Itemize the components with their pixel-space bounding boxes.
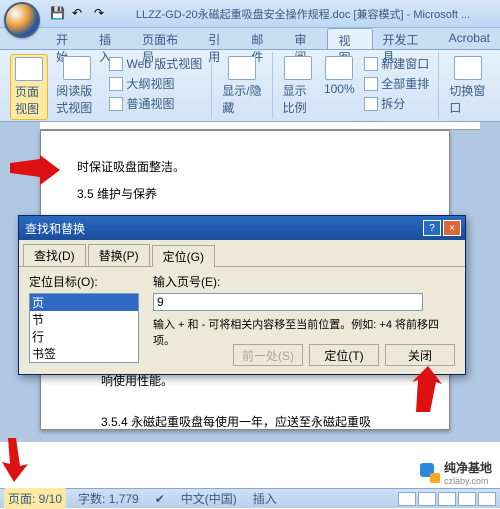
dialog-tab-replace[interactable]: 替换(P) — [88, 244, 150, 266]
show-hide-label: 显示/隐藏 — [222, 82, 261, 116]
outline-button[interactable]: 大纲视图 — [106, 74, 205, 93]
list-item-page[interactable]: 页 — [30, 294, 138, 311]
dialog-close-button[interactable]: × — [443, 220, 461, 236]
draft-icon — [109, 97, 123, 111]
goto-target-list[interactable]: 页 节 行 书签 批注 脚注 — [29, 293, 139, 363]
titlebar: 💾 ↶ ↷ LLZZ-GD-20永磁起重吸盘安全操作规程.doc [兼容模式] … — [0, 0, 500, 28]
sb-lang[interactable]: 中文(中国) — [177, 490, 241, 507]
zoom-100-label: 100% — [324, 82, 355, 96]
percent-icon — [325, 56, 353, 80]
dialog-titlebar[interactable]: 查找和替换 ? × — [19, 216, 465, 240]
page-number-input[interactable] — [153, 293, 423, 311]
switch-windows-label: 切换窗口 — [449, 82, 486, 116]
ribbon-group-showhide: 显示/隐藏 — [212, 52, 272, 119]
watermark: 纯净基地 czlaby.com — [420, 459, 492, 486]
view-web-icon[interactable] — [438, 492, 456, 506]
zoom-icon — [284, 56, 312, 80]
page-number-label: 输入页号(E): — [153, 273, 455, 290]
tab-insert[interactable]: 插入 — [89, 28, 132, 49]
view-print-icon[interactable] — [398, 492, 416, 506]
print-layout-label: 页面视图 — [15, 83, 43, 117]
arrange-icon — [364, 77, 378, 91]
horizontal-ruler[interactable] — [40, 122, 480, 130]
annotation-arrow-icon — [2, 438, 32, 482]
watermark-logo-icon — [420, 463, 440, 483]
find-replace-dialog: 查找和替换 ? × 查找(D) 替换(P) 定位(G) 定位目标(O): 页 节… — [18, 215, 466, 375]
doc-line-2: 3.5 维护与保养 — [77, 182, 413, 207]
watermark-url: czlaby.com — [444, 476, 492, 486]
zoom-100-button[interactable]: 100% — [321, 54, 357, 98]
view-draft-icon[interactable] — [478, 492, 496, 506]
print-layout-button[interactable]: 页面视图 — [10, 54, 48, 120]
ribbon-tabs: 开始 插入 页面布局 引用 邮件 审阅 视图 开发工具 Acrobat — [0, 28, 500, 50]
list-item-bookmark[interactable]: 书签 — [30, 345, 138, 362]
book-icon — [63, 56, 91, 80]
goto-target-label: 定位目标(O): — [29, 273, 139, 290]
switch-windows-button[interactable]: 切换窗口 — [445, 54, 490, 118]
quick-access-toolbar: 💾 ↶ ↷ — [50, 6, 110, 22]
list-item-line[interactable]: 行 — [30, 328, 138, 345]
zoom-button[interactable]: 显示比例 — [279, 54, 318, 118]
close-button[interactable]: 关闭 — [385, 344, 455, 366]
ribbon: 页面视图 阅读版式视图 Web 版式视图 大纲视图 普通视图 文档视图 显示/隐… — [0, 50, 500, 122]
tab-acrobat[interactable]: Acrobat — [439, 28, 500, 49]
dialog-tab-find[interactable]: 查找(D) — [23, 244, 86, 266]
dialog-tab-goto[interactable]: 定位(G) — [152, 245, 215, 267]
dialog-help-button[interactable]: ? — [423, 220, 441, 236]
ribbon-group-zoom: 显示比例 100% 新建窗口 全部重排 拆分 显示比例 — [273, 52, 440, 119]
ribbon-group-window: 切换窗口 窗口 — [439, 52, 496, 119]
statusbar: 页面: 9/10 字数: 1,779 ✔ 中文(中国) 插入 — [0, 488, 500, 508]
goto-button[interactable]: 定位(T) — [309, 344, 379, 366]
previous-button[interactable]: 前一处(S) — [233, 344, 303, 366]
office-button[interactable] — [4, 2, 40, 38]
split-button[interactable]: 拆分 — [361, 94, 432, 113]
show-hide-button[interactable]: 显示/隐藏 — [218, 54, 265, 118]
web-icon — [109, 57, 123, 71]
view-outline-icon[interactable] — [458, 492, 476, 506]
new-window-button[interactable]: 新建窗口 — [361, 54, 432, 73]
page-icon — [15, 57, 43, 81]
arrange-all-button[interactable]: 全部重排 — [361, 74, 432, 93]
save-icon[interactable]: 💾 — [50, 6, 66, 22]
list-item-comment[interactable]: 批注 — [30, 362, 138, 363]
tab-view[interactable]: 视图 — [327, 28, 372, 49]
web-layout-button[interactable]: Web 版式视图 — [106, 54, 205, 73]
redo-icon[interactable]: ↷ — [94, 6, 110, 22]
reading-layout-button[interactable]: 阅读版式视图 — [52, 54, 102, 118]
sb-page[interactable]: 页面: 9/10 — [4, 488, 66, 509]
sb-words[interactable]: 字数: 1,779 — [74, 490, 143, 507]
watermark-name: 纯净基地 — [444, 459, 492, 476]
view-reading-icon[interactable] — [418, 492, 436, 506]
tab-mailings[interactable]: 邮件 — [241, 28, 284, 49]
eye-icon — [228, 56, 256, 80]
draft-button[interactable]: 普通视图 — [106, 94, 205, 113]
dialog-tabs: 查找(D) 替换(P) 定位(G) — [19, 240, 465, 267]
dialog-title: 查找和替换 — [23, 220, 421, 237]
window-icon — [364, 57, 378, 71]
tab-references[interactable]: 引用 — [198, 28, 241, 49]
tab-home[interactable]: 开始 — [46, 28, 89, 49]
list-item-section[interactable]: 节 — [30, 311, 138, 328]
doc-line-1: 时保证吸盘面整洁。 — [77, 155, 413, 180]
split-icon — [364, 97, 378, 111]
sb-mode[interactable]: 插入 — [249, 490, 281, 507]
tab-layout[interactable]: 页面布局 — [132, 28, 198, 49]
doc-line-5: 3.5.4 永磁起重吸盘每使用一年，应送至永磁起重吸 — [77, 410, 413, 435]
sb-proof-icon[interactable]: ✔ — [151, 492, 169, 506]
switch-icon — [454, 56, 482, 80]
zoom-label: 显示比例 — [283, 82, 314, 116]
undo-icon[interactable]: ↶ — [72, 6, 88, 22]
outline-icon — [109, 77, 123, 91]
sb-view-buttons — [398, 492, 496, 506]
ribbon-group-docviews: 页面视图 阅读版式视图 Web 版式视图 大纲视图 普通视图 文档视图 — [4, 52, 212, 119]
tab-developer[interactable]: 开发工具 — [373, 28, 439, 49]
reading-layout-label: 阅读版式视图 — [56, 82, 98, 116]
window-title: LLZZ-GD-20永磁起重吸盘安全操作规程.doc [兼容模式] - Micr… — [110, 6, 496, 22]
tab-review[interactable]: 审阅 — [284, 28, 327, 49]
